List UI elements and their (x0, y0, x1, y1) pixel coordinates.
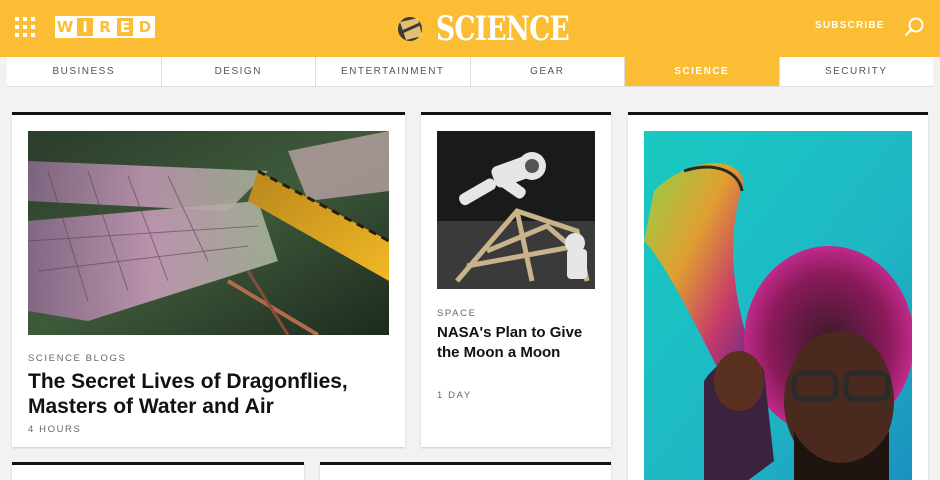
article-card[interactable]: SPACE NASA's Plan to Give the Moon a Moo… (421, 112, 611, 447)
article-card[interactable] (12, 462, 304, 480)
logo-letter: E (115, 16, 135, 38)
article-headline[interactable]: The Secret Lives of Dragonflies, Masters… (28, 369, 388, 419)
article-headline[interactable]: NASA's Plan to Give the Moon a Moon (437, 323, 597, 363)
section-logo[interactable]: SCIENCE (396, 10, 607, 48)
article-timestamp: 4 HOURS (28, 424, 82, 435)
astronaut-image[interactable] (437, 131, 595, 289)
article-card[interactable] (320, 462, 611, 480)
nav-item-business[interactable]: BUSINESS (7, 57, 162, 86)
dragonfly-image[interactable] (28, 131, 389, 335)
musician-image[interactable] (644, 131, 912, 480)
nav-item-science[interactable]: SCIENCE (625, 57, 780, 86)
science-badge-icon (396, 14, 426, 44)
logo-letter: I (75, 16, 95, 38)
logo-letter: R (95, 16, 115, 38)
article-kicker[interactable]: SCIENCE BLOGS (28, 353, 126, 364)
section-title: SCIENCE (436, 9, 570, 49)
article-card[interactable] (628, 112, 928, 480)
nav-item-design[interactable]: DESIGN (162, 57, 316, 86)
article-card[interactable]: SCIENCE BLOGS The Secret Lives of Dragon… (12, 112, 405, 447)
logo-letter: D (135, 16, 155, 38)
subscribe-link[interactable]: SUBSCRIBE (815, 20, 885, 31)
logo-letter: W (55, 16, 75, 38)
search-icon[interactable] (904, 16, 926, 38)
apps-grid-icon[interactable] (15, 17, 35, 37)
section-nav: BUSINESS DESIGN ENTERTAINMENT GEAR SCIEN… (7, 57, 933, 87)
article-timestamp: 1 DAY (437, 390, 472, 401)
site-header: W I R E D SCIENCE SUBSCRIBE (0, 0, 940, 57)
nav-item-gear[interactable]: GEAR (471, 57, 625, 86)
nav-item-security[interactable]: SECURITY (780, 57, 934, 86)
nav-item-entertainment[interactable]: ENTERTAINMENT (316, 57, 471, 86)
wired-logo[interactable]: W I R E D (55, 16, 155, 38)
article-kicker[interactable]: SPACE (437, 308, 477, 319)
nav-edge (0, 57, 7, 87)
